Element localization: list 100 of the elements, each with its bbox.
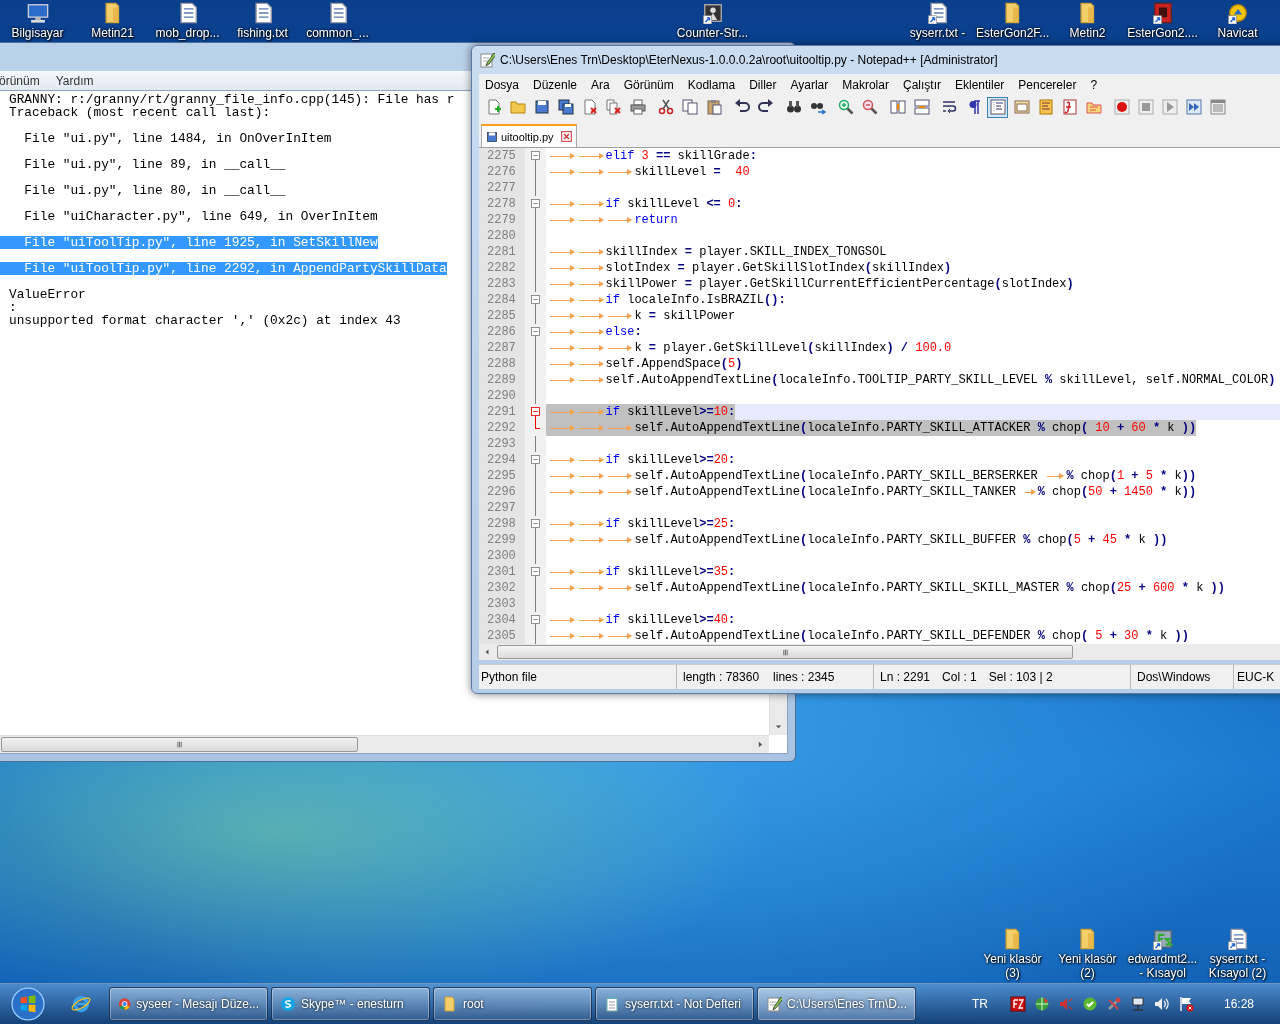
fold-toggle-icon[interactable]	[531, 327, 540, 336]
line-number: 2305	[479, 628, 525, 644]
code-line: self.AutoAppendTextLine(localeInfo.TOOLTIP_PARTY_SKILL_LEVEL % skillLevel, self.NORMAL_COLOR)	[546, 372, 1276, 388]
desktop-icon[interactable]: Counter-Str...	[675, 2, 750, 40]
flag-icon[interactable]	[1177, 996, 1194, 1012]
printer-icon	[629, 99, 646, 115]
tools-icon[interactable]	[1105, 996, 1122, 1012]
desktop-icon[interactable]: EsterGon2....	[1125, 2, 1200, 40]
language-indicator[interactable]: TR	[971, 997, 988, 1011]
menu-item[interactable]: Yardım	[54, 73, 95, 88]
square-icon[interactable]	[1009, 996, 1026, 1012]
line-number: 2282	[479, 260, 525, 276]
globe-icon[interactable]	[1033, 996, 1050, 1012]
line-number: 2276	[479, 164, 525, 180]
network-icon[interactable]	[1129, 996, 1146, 1012]
horizontal-scrollbar[interactable]	[0, 735, 769, 753]
document-close-icon	[581, 99, 598, 115]
folder-tree-icon	[1085, 99, 1102, 115]
text-line: File "uiCharacter.py", line 649, in OverInItem	[23, 210, 378, 223]
left-arrow-icon[interactable]	[483, 648, 491, 656]
text-line: unsupported format character ',' (0x2c) at index 43	[8, 314, 401, 327]
zoom-out-icon	[861, 99, 878, 115]
horizontal-scrollbar[interactable]	[479, 644, 1280, 660]
code-line: if skillLevel>=35:	[546, 564, 736, 580]
desktop-icon[interactable]: common_...	[300, 2, 375, 40]
desktop-icon[interactable]: syserr.txt - Kısayol (2)	[1200, 928, 1275, 980]
taskbar-button[interactable]: syserr.txt - Not Defteri	[595, 987, 754, 1021]
shield-icon[interactable]	[1081, 996, 1098, 1012]
fold-toggle-icon[interactable]	[531, 567, 540, 576]
fold-toggle-icon[interactable]	[531, 199, 540, 208]
taskbar-button[interactable]: syseer - Mesajı Düze...	[109, 987, 268, 1021]
desktop-icon[interactable]: Metin21	[75, 2, 150, 40]
desktop-icon[interactable]: edwardmt2... - Kısayol	[1125, 928, 1200, 980]
toolbar-button[interactable]	[1183, 96, 1204, 118]
desktop-icon[interactable]: Metin2	[1050, 2, 1125, 40]
line-number: 2300	[479, 548, 525, 564]
code-line: self.AutoAppendTextLine(localeInfo.PARTY_SKILL_DEFENDER % chop( 5 + 30 * k ))	[546, 628, 1189, 644]
line-number: 2284	[479, 292, 525, 308]
line-number: 2292	[479, 420, 525, 436]
desktop-icon[interactable]: fishing.txt	[225, 2, 300, 40]
code-line: self.AppendSpace(5)	[546, 356, 743, 372]
status-text: EUC-K	[1237, 670, 1275, 684]
menu-item[interactable]: Ayarlar	[790, 77, 829, 92]
file-tab[interactable]: uitooltip.py	[481, 124, 577, 147]
menu-item[interactable]: Çalıştır	[902, 77, 941, 92]
line-number: 2301	[479, 564, 525, 580]
line-number: 2299	[479, 532, 525, 548]
windows-orb-icon	[11, 987, 45, 1021]
menu-item[interactable]: Görünüm	[623, 77, 674, 92]
menu-item[interactable]: Makrolar	[842, 77, 889, 92]
menu-item[interactable]: Ara	[591, 77, 610, 92]
status-text: Sel : 103 | 2	[988, 670, 1053, 684]
desktop-icon[interactable]: Yeni klasör (2)	[1050, 928, 1125, 980]
menu-item[interactable]: Eklentiler	[955, 77, 1005, 92]
vertical-scrollbar[interactable]	[769, 691, 787, 735]
menu-item[interactable]: örünüm	[0, 73, 41, 88]
desktop-icon[interactable]: Navicat	[1200, 2, 1275, 40]
code-line: skillIndex = player.SKILL_INDEX_TONGSOL	[546, 244, 887, 260]
code-line: skillLevel = 40	[546, 164, 750, 180]
menu-item[interactable]: Pencereler	[1018, 77, 1077, 92]
toolbar-button[interactable]	[603, 96, 624, 118]
fold-toggle-icon[interactable]	[531, 615, 540, 624]
copy-icon	[681, 99, 698, 115]
scrollbar-thumb[interactable]	[497, 645, 1073, 659]
fold-toggle-icon[interactable]	[531, 151, 540, 160]
code-line: if skillLevel>=20:	[546, 452, 736, 468]
menu-item[interactable]: Kodlama	[687, 77, 736, 92]
line-number: 2303	[479, 596, 525, 612]
taskbar-button[interactable]: root	[433, 987, 592, 1021]
line-number: 2295	[479, 468, 525, 484]
taskbar-button[interactable]: Skype™ - enesturn	[271, 987, 430, 1021]
right-arrow-icon[interactable]	[756, 740, 765, 749]
close-icon[interactable]	[560, 131, 572, 142]
desktop-icon[interactable]: EsterGon2F...	[975, 2, 1050, 40]
code-line: if skillLevel>=40:	[546, 612, 736, 628]
desktop-icon[interactable]: Yeni klasör (3)	[975, 928, 1050, 980]
down-arrow-icon[interactable]	[774, 722, 783, 731]
fold-toggle-icon[interactable]	[531, 455, 540, 464]
clock[interactable]: 16:28	[1223, 997, 1254, 1011]
line-number: 2288	[479, 356, 525, 372]
fold-toggle-icon[interactable]	[531, 407, 540, 416]
volume-icon[interactable]	[1153, 996, 1170, 1012]
line-number: 2296	[479, 484, 525, 500]
menu-item[interactable]: Düzenle	[533, 77, 578, 92]
fold-toggle-icon[interactable]	[531, 295, 540, 304]
code-editor[interactable]	[479, 148, 1280, 644]
fold-toggle-icon[interactable]	[531, 519, 540, 528]
code-line: elif 3 == skillGrade:	[546, 148, 757, 164]
line-number: 2285	[479, 308, 525, 324]
desktop-icon[interactable]: mob_drop...	[150, 2, 225, 40]
scrollbar-thumb[interactable]	[1, 737, 358, 752]
menu-item[interactable]: Diller	[749, 77, 777, 92]
code-line: if skillLevel <= 0:	[546, 196, 743, 212]
desktop-icon[interactable]: syserr.txt -	[900, 2, 975, 40]
menu-item[interactable]: ?	[1090, 77, 1098, 92]
toolbar-button[interactable]	[555, 96, 576, 118]
desktop-icon[interactable]: Bilgisayar	[0, 2, 75, 40]
indent-guide-icon	[989, 99, 1006, 115]
folder-icon	[442, 996, 458, 1012]
menu-item[interactable]: Dosya	[485, 77, 519, 92]
